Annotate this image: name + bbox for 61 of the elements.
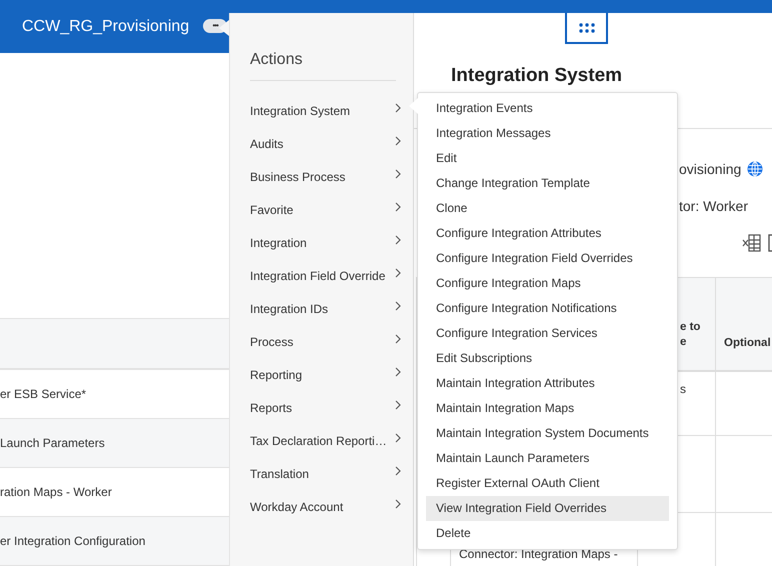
table-cell: er Integration Configuration	[0, 534, 146, 548]
column-header: e to e	[680, 320, 700, 350]
table-cell: er ESB Service*	[0, 387, 86, 401]
system-name: ovisioning	[679, 161, 742, 177]
menu-item[interactable]: Register External OAuth Client	[426, 471, 669, 496]
chevron-right-icon	[395, 466, 401, 476]
menu-item[interactable]: Configure Integration Notifications	[426, 296, 669, 321]
menu-item[interactable]: Configure Integration Maps	[426, 271, 669, 296]
menu-item[interactable]: Edit	[426, 146, 669, 171]
grid-icon	[578, 22, 594, 32]
menu-item[interactable]: Integration	[250, 226, 413, 259]
menu-item[interactable]: Integration Field Override	[250, 259, 413, 292]
chevron-right-icon	[395, 234, 401, 244]
menu-item[interactable]: Delete	[426, 521, 669, 546]
table-cell: s	[680, 382, 686, 396]
excel-export-icon[interactable]	[742, 233, 762, 253]
chevron-right-icon	[395, 498, 401, 508]
table-cell: Launch Parameters	[0, 436, 105, 450]
menu-item[interactable]: Integration Messages	[426, 121, 669, 146]
chevron-right-icon	[395, 432, 401, 442]
menu-item[interactable]: Configure Integration Services	[426, 321, 669, 346]
page-title: CCW_RG_Provisioning	[22, 18, 190, 36]
table-cell: ration Maps - Worker	[0, 485, 112, 499]
menu-item[interactable]: Reports	[250, 391, 413, 424]
column-header: Optional	[724, 336, 771, 351]
table-cell: Connector: Integration Maps -	[459, 547, 618, 561]
chevron-right-icon	[395, 366, 401, 376]
template-name: tor: Worker	[679, 198, 749, 216]
menu-item[interactable]: Integration System	[250, 94, 413, 127]
menu-item[interactable]: Integration IDs	[250, 292, 413, 325]
menu-item[interactable]: Workday Account	[250, 490, 413, 523]
chevron-right-icon	[395, 168, 401, 178]
menu-item[interactable]: Translation	[250, 457, 413, 490]
chevron-right-icon	[395, 136, 401, 146]
menu-item[interactable]: Tax Declaration Reporti…	[250, 424, 413, 457]
menu-title: Actions	[250, 51, 304, 70]
menu-item[interactable]: Business Process	[250, 160, 413, 193]
apps-button[interactable]	[565, 13, 608, 44]
menu-item[interactable]: Configure Integration Attributes	[426, 221, 669, 246]
menu-item[interactable]: Audits	[250, 127, 413, 160]
menu-item[interactable]: Integration Events	[426, 96, 669, 121]
menu-item[interactable]: Maintain Integration Attributes	[426, 371, 669, 396]
menu-item[interactable]: Maintain Integration Maps	[426, 396, 669, 421]
chevron-right-icon	[395, 300, 401, 310]
menu-item[interactable]: Maintain Launch Parameters	[426, 446, 669, 471]
menu-item[interactable]: Maintain Integration System Documents	[426, 421, 669, 446]
menu-item[interactable]: Change Integration Template	[426, 171, 669, 196]
menu-item[interactable]: Favorite	[250, 193, 413, 226]
chevron-right-icon	[395, 334, 401, 344]
menu-item[interactable]: Clone	[426, 196, 669, 221]
chevron-right-icon	[395, 400, 401, 410]
chevron-right-icon	[395, 268, 401, 278]
menu-item[interactable]: Process	[250, 325, 413, 358]
menu-item[interactable]: View Integration Field Overrides	[426, 496, 669, 521]
menu-item[interactable]: Reporting	[250, 358, 413, 391]
chevron-right-icon	[395, 202, 401, 212]
chevron-right-icon	[395, 102, 401, 112]
menu-item[interactable]: Edit Subscriptions	[426, 346, 669, 371]
globe-icon	[747, 161, 764, 177]
panel-title: Integration System	[451, 65, 624, 88]
menu-item[interactable]: Configure Integration Field Overrides	[426, 246, 669, 271]
